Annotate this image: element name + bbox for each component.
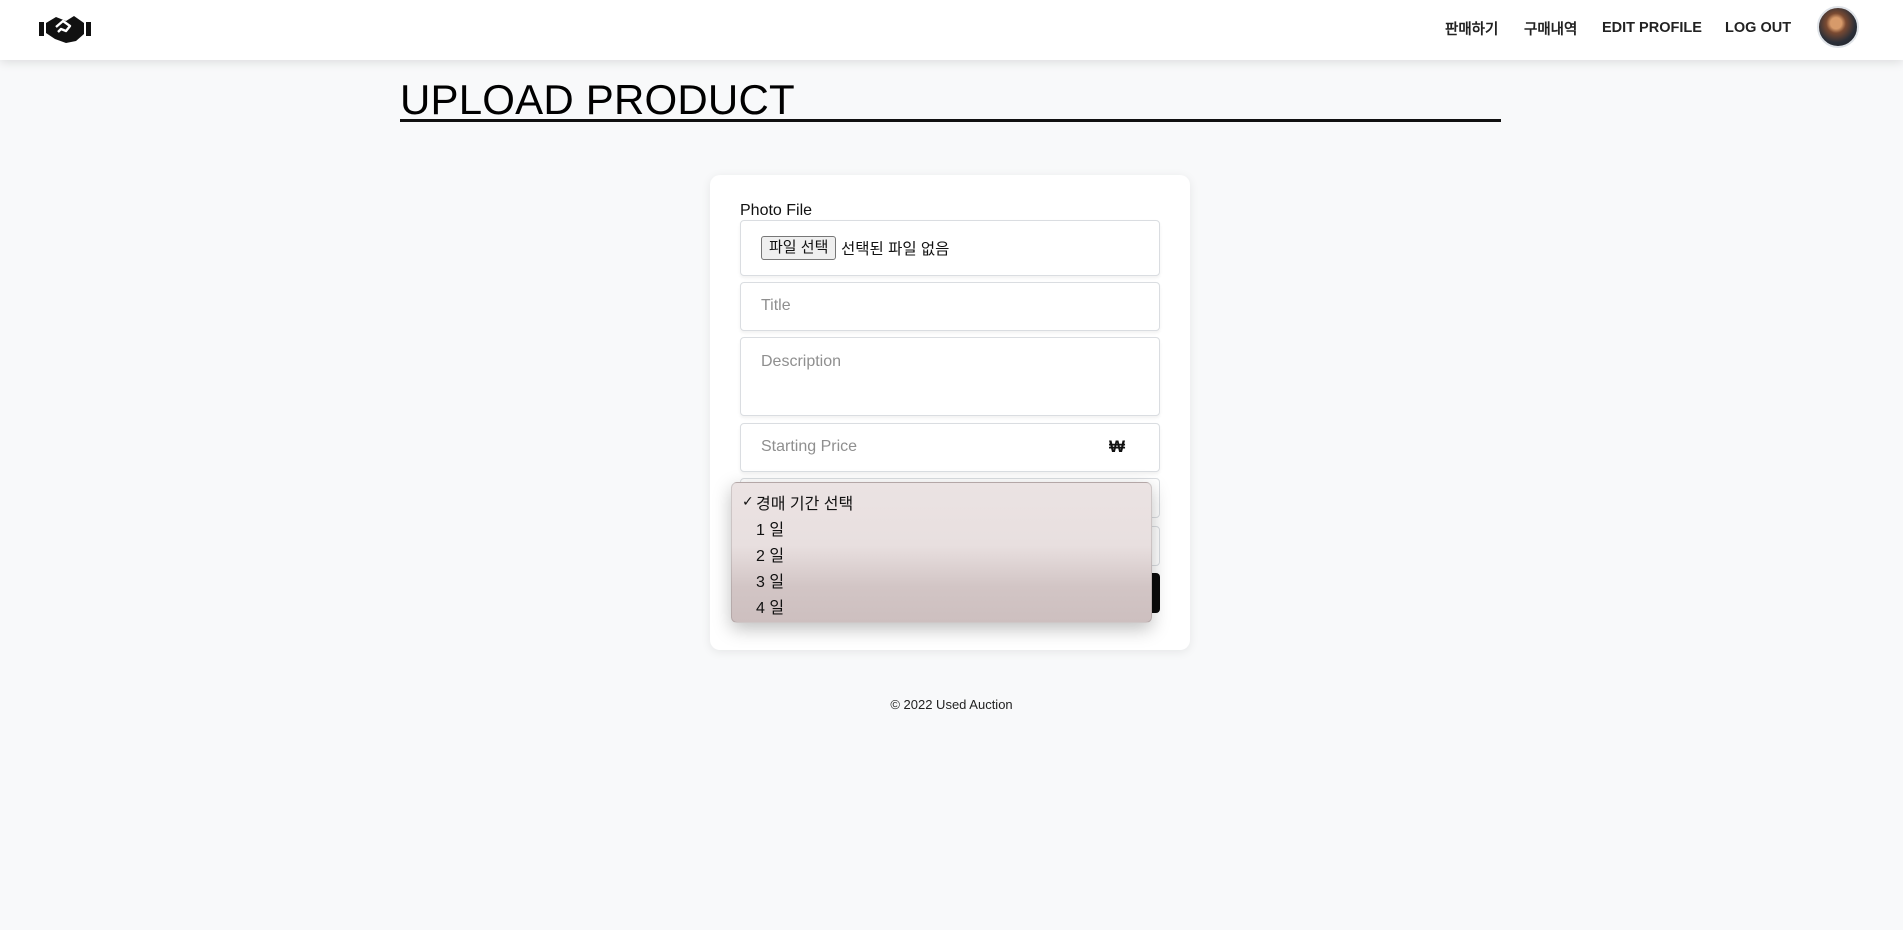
nav-sell[interactable]: 판매하기 (1445, 0, 1498, 56)
check-icon: ✓ (742, 493, 754, 509)
top-navbar: 판매하기 구매내역 EDIT PROFILE LOG OUT (0, 0, 1903, 60)
dropdown-option-3-days[interactable]: 3 일 (756, 568, 784, 592)
dropdown-option-4-days[interactable]: 4 일 (756, 594, 784, 618)
photo-file-input[interactable]: 파일 선택 선택된 파일 없음 (740, 220, 1160, 276)
auction-period-dropdown: ✓ 경매 기간 선택 1 일 2 일 3 일 4 일 (731, 482, 1152, 623)
handshake-icon[interactable] (39, 12, 91, 44)
dropdown-option-select-period[interactable]: 경매 기간 선택 (756, 490, 853, 514)
file-status-text: 선택된 파일 없음 (841, 241, 950, 258)
nav-edit-profile[interactable]: EDIT PROFILE (1602, 0, 1702, 56)
won-currency-icon: ₩ (1108, 437, 1125, 456)
starting-price-input[interactable]: Starting Price ₩ (740, 423, 1160, 472)
description-textarea[interactable]: Description (740, 337, 1160, 416)
user-avatar[interactable] (1817, 6, 1859, 48)
photo-file-label: Photo File (740, 202, 813, 219)
description-placeholder: Description (761, 353, 842, 370)
page-title: UPLOAD PRODUCT (400, 76, 795, 123)
dropdown-option-1-day[interactable]: 1 일 (756, 516, 784, 540)
choose-file-button[interactable]: 파일 선택 (761, 236, 837, 260)
footer-copyright: © 2022 Used Auction (890, 697, 1013, 712)
nav-purchase-history[interactable]: 구매내역 (1524, 0, 1577, 56)
dropdown-option-2-days[interactable]: 2 일 (756, 542, 784, 566)
title-input[interactable]: Title (740, 282, 1160, 331)
title-placeholder: Title (761, 297, 791, 314)
price-placeholder: Starting Price (761, 438, 858, 455)
title-divider (400, 119, 1501, 122)
nav-log-out[interactable]: LOG OUT (1725, 0, 1791, 56)
